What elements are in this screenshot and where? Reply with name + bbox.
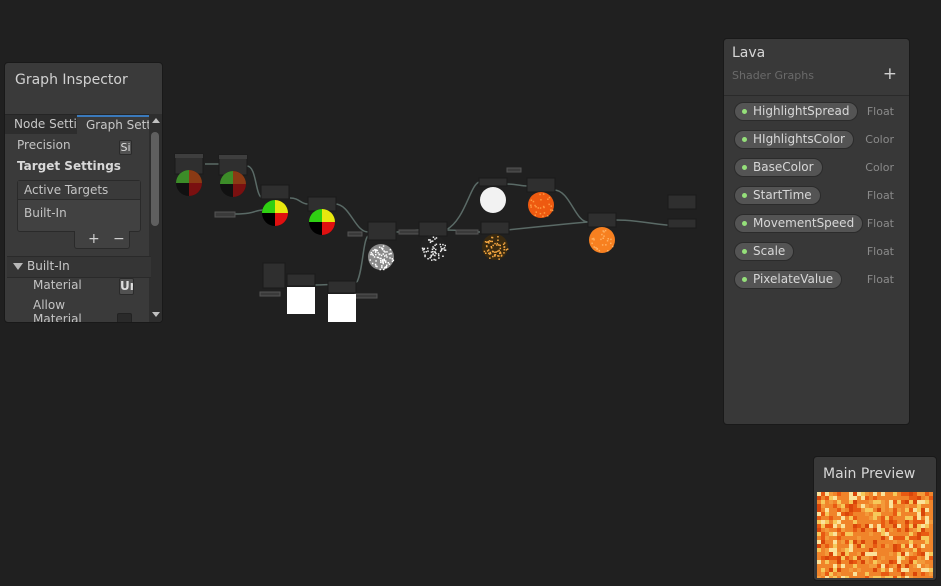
property-pill[interactable]: HIghlightsColor xyxy=(734,130,854,149)
graph-wire xyxy=(506,221,589,231)
graph-node xyxy=(455,229,479,235)
property-dot-icon xyxy=(742,109,747,114)
active-targets-header: Active Targets xyxy=(18,181,140,200)
inspector-tabs: Node Setti Graph Setti xyxy=(5,114,153,134)
graph-inspector-panel: Graph Inspector Node Setti Graph Setti P… xyxy=(4,62,163,323)
remove-target-button[interactable]: − xyxy=(113,231,125,247)
inspector-title: Graph Inspector xyxy=(15,72,128,88)
property-type: Float xyxy=(866,245,894,258)
property-type: Color xyxy=(865,133,894,146)
property-dot-icon xyxy=(742,221,747,226)
graph-node xyxy=(260,184,290,200)
list-footer: + − xyxy=(74,231,130,249)
blackboard-title: Lava xyxy=(732,45,766,61)
graph-wire xyxy=(289,197,309,205)
blackboard-header: Lava Shader Graphs + xyxy=(724,39,909,96)
property-type: Float xyxy=(866,105,894,118)
graph-node xyxy=(587,212,617,228)
property-type: Color xyxy=(865,161,894,174)
expand-arrow-icon[interactable] xyxy=(13,263,23,270)
graph-node xyxy=(506,167,522,173)
material-label: Material xyxy=(33,278,82,292)
property-name: StartTime xyxy=(753,188,812,202)
allow-material-checkbox[interactable] xyxy=(117,313,132,322)
property-name: MovementSpeed xyxy=(753,216,855,230)
master-node xyxy=(667,218,697,229)
property-dot-icon xyxy=(742,249,747,254)
property-name: PixelateValue xyxy=(753,272,834,286)
shader-graph-canvas[interactable] xyxy=(165,140,720,340)
tab-node-settings[interactable]: Node Setti xyxy=(14,115,76,134)
node-preview-white xyxy=(480,187,506,213)
add-property-button[interactable]: + xyxy=(883,64,897,84)
tab-graph-settings[interactable]: Graph Setti xyxy=(77,115,153,134)
property-pill[interactable]: MovementSpeed xyxy=(734,214,864,233)
graph-node xyxy=(327,280,357,294)
add-target-button[interactable]: + xyxy=(88,231,100,247)
graph-nodes xyxy=(174,153,697,322)
graph-node xyxy=(262,262,286,289)
precision-label: Precision xyxy=(17,138,71,152)
graph-node xyxy=(398,229,420,235)
inspector-scrollbar[interactable] xyxy=(149,114,162,322)
property-type: Float xyxy=(866,217,894,230)
property-pill[interactable]: PixelateValue xyxy=(734,270,843,289)
graph-node xyxy=(259,291,281,297)
property-dot-icon xyxy=(742,165,747,170)
scroll-up-icon[interactable] xyxy=(152,118,160,123)
graph-node xyxy=(347,231,363,237)
allow-material-label-1: Allow xyxy=(33,298,66,312)
property-name: BaseColor xyxy=(753,160,814,174)
property-pill[interactable]: Scale xyxy=(734,242,795,261)
property-name: HIghlightsColor xyxy=(753,132,845,146)
active-target-item[interactable]: Built-In xyxy=(24,206,67,220)
allow-material-label-2: Material xyxy=(33,312,82,323)
graph-wire xyxy=(356,235,369,283)
target-settings-heading: Target Settings xyxy=(17,159,121,173)
graph-node xyxy=(480,221,510,235)
property-dot-icon xyxy=(742,137,747,142)
graph-node xyxy=(418,221,448,237)
property-type: Float xyxy=(866,189,894,202)
graph-node xyxy=(214,211,236,218)
blackboard-panel: Lava Shader Graphs + HighlightSpread Flo… xyxy=(723,38,910,425)
node-preview-white-square xyxy=(287,287,315,314)
property-name: HighlightSpread xyxy=(753,104,850,118)
graph-wire xyxy=(553,189,589,223)
graph-node xyxy=(354,293,378,299)
property-name: Scale xyxy=(753,244,786,258)
main-preview-panel: Main Preview xyxy=(813,456,937,581)
material-dropdown[interactable]: Ur xyxy=(119,278,134,295)
main-preview-title: Main Preview xyxy=(823,466,916,482)
graph-node xyxy=(286,273,316,287)
graph-node xyxy=(307,196,337,212)
property-pill[interactable]: BaseColor xyxy=(734,158,823,177)
graph-wire xyxy=(505,183,528,187)
property-dot-icon xyxy=(742,277,747,282)
property-pill[interactable]: StartTime xyxy=(734,186,821,205)
graph-wire xyxy=(445,181,480,231)
builtin-section-header[interactable]: Built-In xyxy=(7,256,151,278)
property-dot-icon xyxy=(742,193,747,198)
property-pill[interactable]: HighlightSpread xyxy=(734,102,859,121)
main-preview-image[interactable] xyxy=(817,492,933,578)
graph-wire xyxy=(234,209,264,215)
blackboard-subtitle: Shader Graphs xyxy=(732,69,814,82)
graph-node xyxy=(367,221,397,241)
property-type: Float xyxy=(866,273,894,286)
graph-node xyxy=(478,177,508,187)
scrollbar-thumb[interactable] xyxy=(151,132,159,226)
scroll-down-icon[interactable] xyxy=(152,312,160,317)
master-node xyxy=(667,194,697,210)
graph-node xyxy=(526,177,556,193)
active-targets-list: Active Targets Built-In xyxy=(17,180,141,232)
builtin-section-label: Built-In xyxy=(27,259,70,273)
node-preview-white-square xyxy=(328,294,356,322)
precision-dropdown[interactable]: Si xyxy=(119,140,132,155)
graph-wire xyxy=(334,203,369,233)
